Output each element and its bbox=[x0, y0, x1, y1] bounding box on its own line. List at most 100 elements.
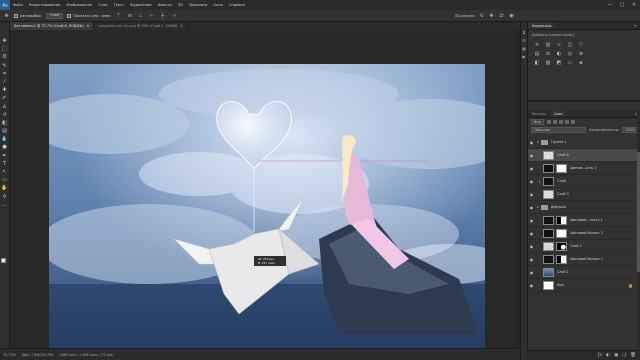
canvas-area[interactable]: Ш: 78 пикс. В: 157 пикс. bbox=[10, 30, 520, 348]
3d-pan-icon[interactable]: ✥ bbox=[488, 12, 495, 19]
levels-icon[interactable]: ▥ bbox=[544, 42, 552, 49]
menu-edit[interactable]: Редактирование bbox=[26, 3, 63, 7]
move-tool-icon[interactable]: ✥ bbox=[3, 12, 10, 19]
eraser-tool-icon[interactable]: ◧ bbox=[1, 120, 8, 127]
layer-mask[interactable] bbox=[556, 215, 567, 225]
eye-icon[interactable]: ◉ bbox=[528, 205, 535, 210]
eye-icon[interactable]: ◉ bbox=[528, 270, 535, 275]
layer-mask[interactable] bbox=[556, 241, 567, 251]
curves-icon[interactable]: ∿ bbox=[555, 42, 563, 49]
eye-icon[interactable]: ◉ bbox=[528, 283, 535, 288]
actions-panel-icon[interactable]: ▶ bbox=[522, 54, 527, 59]
pen-tool-icon[interactable]: ✒ bbox=[1, 153, 8, 160]
fx-icon[interactable]: ƒx bbox=[598, 353, 602, 358]
eye-icon[interactable]: ◉ bbox=[528, 257, 535, 262]
libraries-panel-icon[interactable]: ▦ bbox=[522, 46, 527, 51]
zoom-level[interactable]: 72,73% bbox=[3, 353, 16, 357]
layer-row[interactable]: ◉ Фон 🔒 bbox=[528, 279, 640, 292]
panel-menu-icon[interactable]: ≡ bbox=[634, 22, 640, 29]
color-balance-icon[interactable]: ⚖ bbox=[544, 51, 552, 58]
menu-file[interactable]: Файл bbox=[10, 3, 26, 7]
menu-select[interactable]: Выделение bbox=[127, 3, 154, 7]
dodge-tool-icon[interactable]: ● bbox=[1, 144, 8, 151]
layer-row[interactable]: ◉ Слой 6 bbox=[528, 149, 640, 162]
layer-filter-icons[interactable] bbox=[546, 120, 575, 124]
expand-arrow-icon[interactable]: ▾ bbox=[537, 140, 539, 144]
posterize-icon[interactable]: ▨ bbox=[544, 60, 552, 67]
tab-channels[interactable]: Каналы bbox=[528, 110, 550, 117]
layer-row[interactable]: ◉ Цветовой...ность 1 bbox=[528, 214, 640, 227]
vibrance-icon[interactable]: ▽ bbox=[577, 42, 585, 49]
history-panel-icon[interactable]: ⧗ bbox=[522, 30, 527, 35]
hue-saturation-icon[interactable]: ▤ bbox=[533, 51, 541, 58]
document-artwork[interactable]: Ш: 78 пикс. В: 157 пикс. bbox=[49, 64, 485, 348]
tab-adjustments[interactable]: Коррекция bbox=[528, 22, 556, 29]
align-bottom-icon[interactable]: ⊥ bbox=[137, 12, 144, 19]
eye-icon[interactable]: ◉ bbox=[528, 153, 535, 158]
stamp-tool-icon[interactable]: ♙ bbox=[1, 104, 8, 111]
tab-layers[interactable]: Слои bbox=[549, 110, 567, 117]
gradient-tool-icon[interactable]: ▤ bbox=[1, 128, 8, 135]
foreground-color-swatch[interactable] bbox=[1, 258, 6, 263]
autoselect-dropdown[interactable]: Слой bbox=[45, 12, 64, 19]
black-white-icon[interactable]: ◐ bbox=[555, 51, 563, 58]
expand-arrow-icon[interactable]: ▸ bbox=[537, 205, 539, 209]
channel-mixer-icon[interactable]: ⊕ bbox=[577, 51, 585, 58]
invert-icon[interactable]: ◧ bbox=[533, 60, 541, 67]
hand-tool-icon[interactable]: ✋ bbox=[1, 185, 8, 192]
new-group-icon[interactable]: ▣ bbox=[614, 353, 618, 358]
blur-tool-icon[interactable]: 💧 bbox=[1, 136, 8, 143]
layer-row[interactable]: ◉ Цветовой баланс 1 bbox=[528, 253, 640, 266]
3d-slide-icon[interactable]: ⇄ bbox=[498, 12, 505, 19]
opacity-field[interactable]: 100% bbox=[622, 127, 638, 133]
threshold-icon[interactable]: ◩ bbox=[555, 60, 563, 67]
layer-row[interactable]: ◉ Слой 1 bbox=[528, 266, 640, 279]
layer-row[interactable]: ◉ Слой 2 bbox=[528, 240, 640, 253]
marquee-tool-icon[interactable]: ⬚ bbox=[1, 46, 8, 53]
shape-tool-icon[interactable]: ▭ bbox=[1, 177, 8, 184]
layer-row[interactable]: ◉ ↓ Слой bbox=[528, 175, 640, 188]
properties-panel-icon[interactable]: ☰ bbox=[522, 38, 527, 43]
history-brush-icon[interactable]: ↺ bbox=[1, 112, 8, 119]
zoom-tool-icon[interactable]: ⚲ bbox=[1, 194, 8, 201]
menu-text[interactable]: Текст bbox=[111, 3, 128, 7]
tab-document-1[interactable]: Без имени-1 @ 72.7% (Слой 6, RGB/8#) ✕ bbox=[10, 22, 95, 30]
show-transform-checkbox[interactable] bbox=[67, 13, 72, 18]
lasso-tool-icon[interactable]: ʘ bbox=[1, 54, 8, 61]
menu-view[interactable]: Просмотр bbox=[186, 3, 210, 7]
healing-tool-icon[interactable]: ✚ bbox=[1, 87, 8, 94]
close-tab-icon[interactable]: ✕ bbox=[87, 24, 90, 28]
blend-mode-dropdown[interactable]: Обычные bbox=[531, 127, 586, 133]
menu-window[interactable]: Окно bbox=[210, 3, 226, 7]
more-tools-icon[interactable]: … bbox=[1, 202, 8, 209]
eye-icon[interactable]: ◉ bbox=[528, 140, 535, 145]
tab-document-2[interactable]: polyarika.com (1).png @ 99% (Слой 0, RGB… bbox=[94, 22, 189, 30]
layer-mask[interactable] bbox=[556, 163, 567, 173]
trash-icon[interactable]: 🗑 bbox=[630, 353, 636, 358]
align-middle-icon[interactable]: ≡ bbox=[126, 12, 133, 19]
selective-color-icon[interactable]: ◈ bbox=[577, 60, 585, 67]
menu-layers[interactable]: Слои bbox=[95, 3, 110, 7]
eye-icon[interactable]: ◉ bbox=[528, 179, 535, 184]
eye-icon[interactable]: ◉ bbox=[528, 231, 535, 236]
layer-row[interactable]: ◉ ▸ Девушка bbox=[528, 201, 640, 214]
minimize-button[interactable]: — bbox=[604, 0, 616, 10]
layer-row[interactable]: ◉ Цветов...ость 1 bbox=[528, 162, 640, 175]
layer-row[interactable]: ◉ Слой 3 bbox=[528, 188, 640, 201]
path-select-tool-icon[interactable]: ↖ bbox=[1, 169, 8, 176]
align-left-icon[interactable]: ⊢ bbox=[148, 12, 155, 19]
eye-icon[interactable]: ◉ bbox=[528, 166, 535, 171]
close-button[interactable]: ✕ bbox=[628, 0, 640, 10]
photo-filter-icon[interactable]: ◎ bbox=[566, 51, 574, 58]
layer-row[interactable]: ◉ Цветовой баланс 2 bbox=[528, 227, 640, 240]
align-center-icon[interactable]: ┼ bbox=[159, 12, 166, 19]
new-layer-icon[interactable]: ❏ bbox=[622, 353, 626, 358]
eye-icon[interactable]: ◉ bbox=[528, 244, 535, 249]
eye-icon[interactable]: ◉ bbox=[528, 192, 535, 197]
close-tab-icon[interactable]: ✕ bbox=[180, 24, 183, 28]
menu-image[interactable]: Изображение bbox=[63, 3, 95, 7]
menu-filter[interactable]: Фильтр bbox=[155, 3, 175, 7]
menu-help[interactable]: Справка bbox=[226, 3, 248, 7]
menu-3d[interactable]: 3D bbox=[175, 3, 186, 7]
move-tool-icon[interactable]: ✥ bbox=[1, 38, 8, 45]
